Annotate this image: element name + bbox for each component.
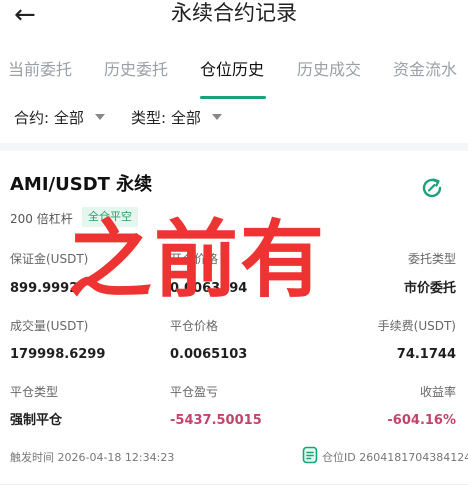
tab-position-history[interactable]: 仓位历史	[200, 58, 264, 82]
pnl-label: 平仓盈亏	[170, 385, 219, 399]
roi-value: -604.16%	[387, 413, 456, 428]
volume-label: 成交量(USDT)	[10, 319, 89, 333]
caret-down-icon	[94, 113, 105, 120]
position-id: 仓位ID 2604181704384124	[322, 451, 468, 464]
contract-filter-label: 合约:	[14, 109, 50, 127]
type-filter-label: 类型:	[131, 109, 167, 127]
order-type-label: 委托类型	[407, 252, 456, 266]
card-bottom-divider	[0, 484, 468, 485]
tab-trade-history[interactable]: 历史成交	[297, 58, 361, 82]
roi-label: 收益率	[419, 385, 456, 399]
contract-filter[interactable]: 合约: 全部	[14, 108, 105, 128]
leverage-text: 200 倍杠杆	[10, 212, 73, 226]
trigger-time: 触发时间 2026-04-18 12:34:23	[10, 451, 175, 464]
tab-current-orders[interactable]: 当前委托	[8, 58, 72, 82]
volume-value: 179998.6299	[10, 347, 106, 362]
close-price-value: 0.0065103	[170, 347, 248, 362]
fee-value: 74.1744	[396, 347, 456, 362]
close-type-value: 强制平仓	[10, 413, 63, 428]
contract-filter-value: 全部	[53, 109, 84, 127]
contract-pair: AMI/USDT 永续	[10, 174, 153, 195]
section-divider	[0, 143, 468, 151]
type-filter-value: 全部	[170, 109, 201, 127]
pnl-value: -5437.50015	[170, 413, 262, 428]
tab-fund-flow[interactable]: 资金流水	[393, 58, 457, 82]
share-icon[interactable]	[420, 176, 444, 200]
fee-label: 手续费(USDT)	[377, 319, 456, 333]
close-type-label: 平仓类型	[10, 385, 59, 399]
document-icon[interactable]	[302, 446, 318, 464]
order-type-value: 市价委托	[403, 281, 456, 296]
type-filter[interactable]: 类型: 全部	[131, 108, 222, 128]
tab-order-history[interactable]: 历史委托	[104, 58, 168, 82]
active-tab-indicator	[200, 96, 266, 99]
page-title: 永续合约记录	[171, 1, 297, 25]
overlay-annotation-text: 之前有	[68, 211, 327, 309]
close-price-label: 平仓价格	[170, 319, 219, 333]
caret-down-icon	[211, 113, 222, 120]
